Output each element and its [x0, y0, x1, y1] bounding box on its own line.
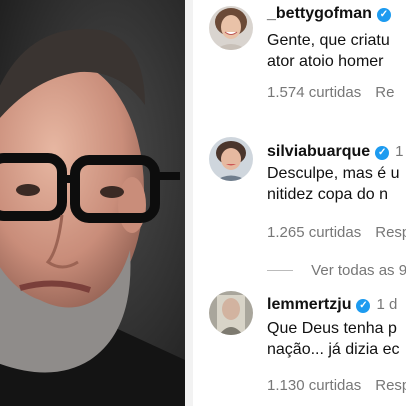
avatar[interactable]	[209, 137, 253, 181]
comment-text: Que Deus tenha p nação... já dizia ec	[267, 318, 400, 360]
username[interactable]: lemmertzju ✓ 1 d	[267, 296, 397, 314]
avatar[interactable]	[209, 291, 253, 335]
comment-line: Gente, que criatu	[267, 32, 390, 49]
likes-count[interactable]: 1.130 curtidas	[267, 377, 361, 394]
man-portrait-photo	[0, 0, 185, 406]
avatar[interactable]	[209, 6, 253, 50]
username-text[interactable]: lemmertzju	[267, 296, 351, 313]
username-text[interactable]: silviabuarque	[267, 143, 370, 160]
username-text[interactable]: _bettygofman	[267, 5, 372, 22]
comment-meta: 1.574 curtidas Re	[267, 84, 406, 101]
comment-line: Desculpe, mas é u	[267, 165, 400, 182]
likes-count[interactable]: 1.265 curtidas	[267, 224, 361, 241]
comment-text: Gente, que criatu ator atoio homer	[267, 30, 390, 72]
portrait-illustration	[0, 0, 185, 406]
comment-time: 1	[395, 143, 404, 160]
comment-line: Que Deus tenha p	[267, 320, 397, 337]
comment-line: ator atoio homer	[267, 53, 384, 70]
comment-meta: 1.265 curtidas Resp	[267, 224, 406, 241]
verified-badge-icon: ✓	[376, 8, 391, 22]
reply-button[interactable]: Re	[375, 84, 394, 101]
comment-time: 1 d	[376, 296, 398, 313]
reply-button[interactable]: Resp	[375, 377, 406, 394]
comment-line: nação... já dizia ec	[267, 341, 400, 358]
view-all-text[interactable]: Ver todas as 9	[311, 262, 406, 279]
verified-badge-icon: ✓	[356, 299, 371, 313]
comment-meta: 1.130 curtidas Resp	[267, 377, 406, 394]
panel-divider	[185, 0, 193, 406]
comment-text: Desculpe, mas é u nitidez copa do n	[267, 163, 400, 205]
username[interactable]: _bettygofman ✓	[267, 5, 391, 23]
comment-feed[interactable]: _bettygofman ✓ Gente, que criatu ator ato…	[193, 0, 406, 406]
likes-count[interactable]: 1.574 curtidas	[267, 84, 361, 101]
view-all-replies-link[interactable]: Ver todas as 9	[267, 262, 406, 279]
username[interactable]: silviabuarque ✓ 1	[267, 143, 404, 161]
reply-button[interactable]: Resp	[375, 224, 406, 241]
comment-line: nitidez copa do n	[267, 186, 388, 203]
verified-badge-icon: ✓	[375, 146, 390, 160]
